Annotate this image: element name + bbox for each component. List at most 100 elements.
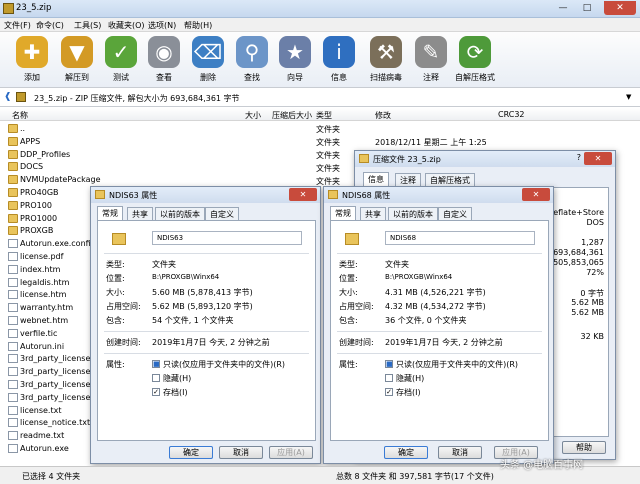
info-value: 32 KB xyxy=(580,332,604,341)
file-icon xyxy=(8,444,18,453)
up-folder-icon[interactable]: ❰ xyxy=(4,92,12,102)
tab-previous-versions[interactable]: 以前的版本 xyxy=(388,207,438,220)
toolbar-info-button[interactable]: i 信息 xyxy=(319,34,359,86)
info-value: 1,287 xyxy=(581,238,604,247)
toolbar-add-button[interactable]: ✚ 添加 xyxy=(12,34,52,86)
col-name[interactable]: 名称 xyxy=(12,110,28,121)
toolbar-scan-button[interactable]: ⚒ 扫描病毒 xyxy=(366,34,406,86)
left-dialog-titlebar: NDIS63 属性 ✕ xyxy=(91,187,320,203)
readonly-label: 只读(仅应用于文件夹中的文件)(R) xyxy=(163,360,286,369)
menu-commands[interactable]: 命令(C) xyxy=(36,20,64,31)
toolbar-test-button[interactable]: ✓ 测试 xyxy=(101,34,141,86)
archive-help-button[interactable]: 帮助 xyxy=(562,441,606,454)
file-name: PRO40GB xyxy=(20,188,59,197)
file-icon xyxy=(8,392,18,402)
find-icon: ⚲ xyxy=(236,36,268,68)
tab-general[interactable]: 常规 xyxy=(97,206,123,220)
address-bar: ❰ 23_5.zip - ZIP 压缩文件, 解包大小为 693,684,361… xyxy=(0,89,640,107)
file-name: PRO100 xyxy=(20,200,52,210)
menu-favorites[interactable]: 收藏夹(O) xyxy=(108,20,145,31)
readonly-checkbox[interactable]: ■ xyxy=(385,360,393,368)
ndis68-properties-dialog: NDIS68 属性 ✕ 常规 共享 以前的版本 自定义 NDIS68 类型: 文… xyxy=(323,186,554,464)
hidden-checkbox[interactable] xyxy=(152,374,160,382)
tab-comment[interactable]: 注释 xyxy=(395,173,421,186)
tab-sharing[interactable]: 共享 xyxy=(360,207,386,220)
file-name: PROXGB xyxy=(20,226,54,236)
toolbar-extract-button[interactable]: ▼ 解压到 xyxy=(57,34,97,86)
tab-customize[interactable]: 自定义 xyxy=(438,207,472,220)
toolbar-find-button[interactable]: ⚲ 查找 xyxy=(232,34,272,86)
col-type[interactable]: 类型 xyxy=(316,110,332,121)
menu-options[interactable]: 选项(N) xyxy=(148,20,176,31)
archive-dialog-close-icon[interactable]: ✕ xyxy=(584,152,612,165)
right-dialog-close-icon[interactable]: ✕ xyxy=(522,188,550,201)
value-type: 文件夹 xyxy=(152,260,176,269)
file-icon xyxy=(8,405,18,415)
left-ok-button[interactable]: 确定 xyxy=(169,446,213,459)
first-modified-date: 2018/12/11 星期二 上午 1:25 xyxy=(375,138,487,147)
value-on-disk: 5.62 MB (5,893,120 字节) xyxy=(152,302,253,311)
value-size: 4.31 MB (4,526,221 字节) xyxy=(385,288,486,297)
folder-icon xyxy=(8,200,18,210)
value-contains: 54 个文件, 1 个文件夹 xyxy=(152,316,234,325)
file-icon xyxy=(8,239,18,249)
toolbar-view-button[interactable]: ◉ 查看 xyxy=(144,34,184,86)
file-icon xyxy=(8,264,18,274)
archive-checkbox[interactable]: ✓ xyxy=(385,388,393,396)
file-name: license.pdf xyxy=(20,252,64,261)
value-type: 文件夹 xyxy=(385,260,409,269)
minimize-icon[interactable]: — xyxy=(552,1,574,15)
value-location: B:\PROXGB\Winx64 xyxy=(152,273,220,281)
folder-name-field[interactable]: NDIS63 xyxy=(152,231,302,245)
file-icon xyxy=(8,380,18,389)
left-cancel-button[interactable]: 取消 xyxy=(219,446,263,459)
menu-tools[interactable]: 工具(S) xyxy=(74,20,101,31)
tab-info[interactable]: 信息 xyxy=(363,172,389,186)
window-title: 23_5.zip xyxy=(16,3,52,13)
scan-icon: ⚒ xyxy=(370,36,402,68)
close-icon[interactable]: ✕ xyxy=(604,1,636,15)
toolbar-sfx-button[interactable]: ⟳ 自解压格式 xyxy=(455,34,495,86)
right-cancel-button[interactable]: 取消 xyxy=(438,446,482,459)
folder-icon xyxy=(8,175,18,185)
hidden-checkbox[interactable] xyxy=(385,374,393,382)
file-name: legaldis.htm xyxy=(20,277,70,287)
menu-file[interactable]: 文件(F) xyxy=(4,20,31,31)
col-modified[interactable]: 修改 xyxy=(375,110,391,121)
file-name: Autorun.exe xyxy=(20,444,69,453)
file-icon xyxy=(8,316,18,325)
archive-checkbox[interactable]: ✓ xyxy=(152,388,160,396)
col-size[interactable]: 大小 xyxy=(245,110,261,121)
value-location: B:\PROXGB\Winx64 xyxy=(385,273,453,281)
divider xyxy=(337,353,542,354)
help-icon[interactable]: ? xyxy=(577,153,581,162)
tab-sharing[interactable]: 共享 xyxy=(127,207,153,220)
right-ok-button[interactable]: 确定 xyxy=(384,446,428,459)
tab-previous-versions[interactable]: 以前的版本 xyxy=(155,207,205,220)
left-dialog-close-icon[interactable]: ✕ xyxy=(289,188,317,201)
comment-icon: ✎ xyxy=(415,36,447,68)
folder-icon xyxy=(8,226,18,236)
info-value: 693,684,361 xyxy=(553,248,604,257)
title-bar: 23_5.zip — □ ✕ xyxy=(0,0,640,18)
file-icon xyxy=(8,341,18,351)
toolbar-comment-button[interactable]: ✎ 注释 xyxy=(411,34,451,86)
tab-sfx[interactable]: 自解压格式 xyxy=(425,173,475,186)
menu-help[interactable]: 帮助(H) xyxy=(184,20,212,31)
file-name: PRO1000 xyxy=(20,213,58,223)
toolbar-delete-button[interactable]: ⌫ 删除 xyxy=(188,34,228,86)
left-apply-button[interactable]: 应用(A) xyxy=(269,446,313,459)
readonly-checkbox[interactable]: ■ xyxy=(152,360,160,368)
maximize-icon[interactable]: □ xyxy=(576,1,598,15)
tab-customize[interactable]: 自定义 xyxy=(205,207,239,220)
toolbar-wizard-button[interactable]: ★ 向导 xyxy=(275,34,315,86)
folder-icon xyxy=(8,213,18,223)
tab-general[interactable]: 常规 xyxy=(330,206,356,220)
folder-name-field[interactable]: NDIS68 xyxy=(385,231,535,245)
address-dropdown-icon[interactable]: ▼ xyxy=(626,93,631,101)
left-dialog-folder-icon xyxy=(95,190,105,199)
folder-icon xyxy=(8,136,18,146)
extract-icon: ▼ xyxy=(61,36,93,68)
col-packed[interactable]: 压缩后大小 xyxy=(272,110,312,121)
col-crc[interactable]: CRC32 xyxy=(498,110,525,119)
